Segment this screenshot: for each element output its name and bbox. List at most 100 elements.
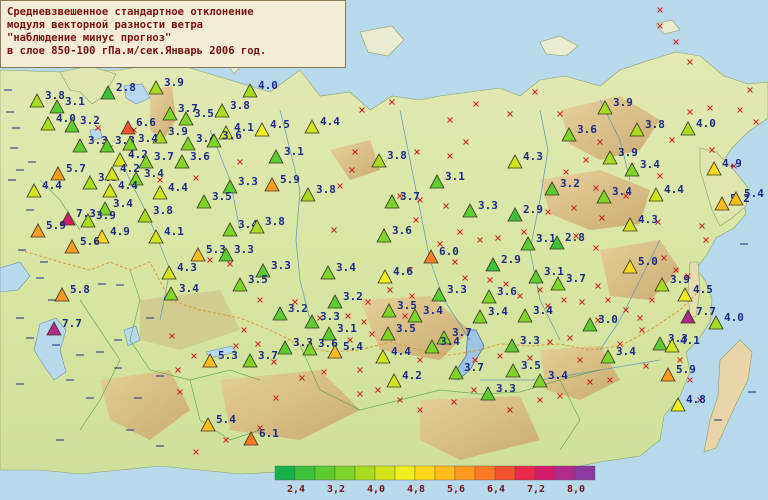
station-value: 3.0 — [598, 313, 618, 326]
station-value: 4.0 — [258, 79, 278, 92]
scale-swatch — [334, 465, 356, 481]
station-value: 5.0 — [638, 255, 658, 268]
station-value: 3.4 — [144, 167, 164, 180]
station-value: 3.6 — [222, 129, 242, 142]
station-value: 4.6 — [393, 265, 413, 278]
station-value: 3.3 — [238, 175, 258, 188]
scale-swatch — [574, 465, 596, 481]
station-value: 3.2 — [343, 290, 363, 303]
station-value: 3.5 — [396, 322, 416, 335]
station-value: 3.4 — [548, 369, 568, 382]
scale-label: 4,8 — [407, 484, 425, 495]
station-value: 7.7 — [696, 305, 716, 318]
scale-swatch — [454, 465, 476, 481]
station-value: 3.8 — [316, 183, 336, 196]
station-value: 3.9 — [613, 96, 633, 109]
station-value: 3.8 — [387, 149, 407, 162]
station-value: 3.4 — [612, 185, 632, 198]
station-value: 4.4 — [42, 179, 62, 192]
station-value: 5.9 — [46, 219, 66, 232]
station-value: 4.4 — [664, 183, 684, 196]
station-value: 4.5 — [693, 283, 713, 296]
title-line-1: Средневзвешенное стандартное отклонение — [7, 6, 254, 18]
scale-swatch — [274, 465, 296, 481]
station-value: 3.4 — [616, 345, 636, 358]
station-value: 3.1 — [337, 322, 357, 335]
scale-label: 5,6 — [447, 484, 465, 495]
station-value: 5.8 — [70, 283, 90, 296]
station-value: 3.7 — [154, 150, 174, 163]
title-line-4: в слое 850-100 гПа.м/сек.Январь 2006 год… — [7, 45, 267, 57]
station-value: 4.0 — [696, 117, 716, 130]
station-value: 3.3 — [520, 334, 540, 347]
station-value: 3.8 — [153, 204, 173, 217]
station-value: 3.8 — [645, 118, 665, 131]
station-value: 5.4 — [744, 187, 764, 200]
station-value: 3.7 — [566, 272, 586, 285]
station-value: 3.5 — [212, 190, 232, 203]
station-value: 3.4 — [113, 197, 133, 210]
scale-label: 3,2 — [327, 484, 345, 495]
station-value: 4.8 — [686, 393, 706, 406]
station-value: 3.6 — [190, 150, 210, 163]
scale-swatch — [474, 465, 496, 481]
station-value: 6.6 — [136, 116, 156, 129]
station-value: 4.0 — [724, 311, 744, 324]
station-value: 3.1 — [284, 145, 304, 158]
station-value: 3.4 — [423, 304, 443, 317]
station-value: 3.1 — [544, 265, 564, 278]
station-value: 3.4 — [640, 158, 660, 171]
station-value: 3.7 — [400, 190, 420, 203]
map-title-box: Средневзвешенное стандартное отклонение … — [0, 0, 346, 68]
station-value: 3.3 — [478, 199, 498, 212]
station-value: 3.4 — [179, 282, 199, 295]
station-value: 4.4 — [118, 179, 138, 192]
station-value: 3.4 — [488, 305, 508, 318]
station-value: 7.7 — [62, 317, 82, 330]
station-value: 5.6 — [80, 235, 100, 248]
station-value: 4.9 — [722, 157, 742, 170]
station-value: 2.9 — [501, 253, 521, 266]
station-value: 3.9 — [168, 125, 188, 138]
weather-map: 3.8 3.14.0 3.22.8 3.96.63.73.53.93.84.04.1 4… — [0, 0, 768, 500]
station-value: 4.2 — [402, 369, 422, 382]
station-value: 4.3 — [523, 150, 543, 163]
title-line-3: "наблюдение минус прогноз" — [7, 32, 172, 44]
scale-swatch — [354, 465, 376, 481]
station-value: 2.8 — [565, 231, 585, 244]
station-value: 5.9 — [676, 363, 696, 376]
station-value: 4.4 — [391, 345, 411, 358]
scale-label: 8,0 — [567, 484, 585, 495]
station-value: 4.1 — [164, 225, 184, 238]
scale-swatch — [374, 465, 396, 481]
station-value: 2.8 — [116, 81, 136, 94]
station-value: 3.9 — [670, 273, 690, 286]
station-value: 3.2 — [288, 302, 308, 315]
station-value: 5.3 — [218, 349, 238, 362]
station-value: 3.9 — [96, 209, 116, 222]
station-value: 3.3 — [496, 382, 516, 395]
station-value: 4.3 — [177, 261, 197, 274]
station-value: 5.4 — [216, 413, 236, 426]
scale-label: 4,0 — [367, 484, 385, 495]
station-value: 3.7 — [464, 361, 484, 374]
station-value: 4.5 — [270, 118, 290, 131]
station-value: 5.4 — [343, 340, 363, 353]
station-value: 3.1 — [445, 170, 465, 183]
station-value: 4.4 — [168, 181, 188, 194]
station-value: 3.8 — [45, 89, 65, 102]
station-value: 4.9 — [110, 225, 130, 238]
scale-swatch — [414, 465, 436, 481]
station-value: 3.3 — [447, 283, 467, 296]
station-value: 3.5 — [397, 299, 417, 312]
station-value: 3.4 — [440, 335, 460, 348]
scale-label: 2,4 — [287, 484, 305, 495]
station-value: 3.8 — [230, 99, 250, 112]
station-value: 3.1 — [65, 95, 85, 108]
station-value: 6.1 — [259, 427, 279, 440]
station-value: 3.4 — [336, 261, 356, 274]
station-value: 3.6 — [577, 123, 597, 136]
scale-swatch — [494, 465, 516, 481]
scale-swatch — [314, 465, 336, 481]
scale-swatch — [394, 465, 416, 481]
